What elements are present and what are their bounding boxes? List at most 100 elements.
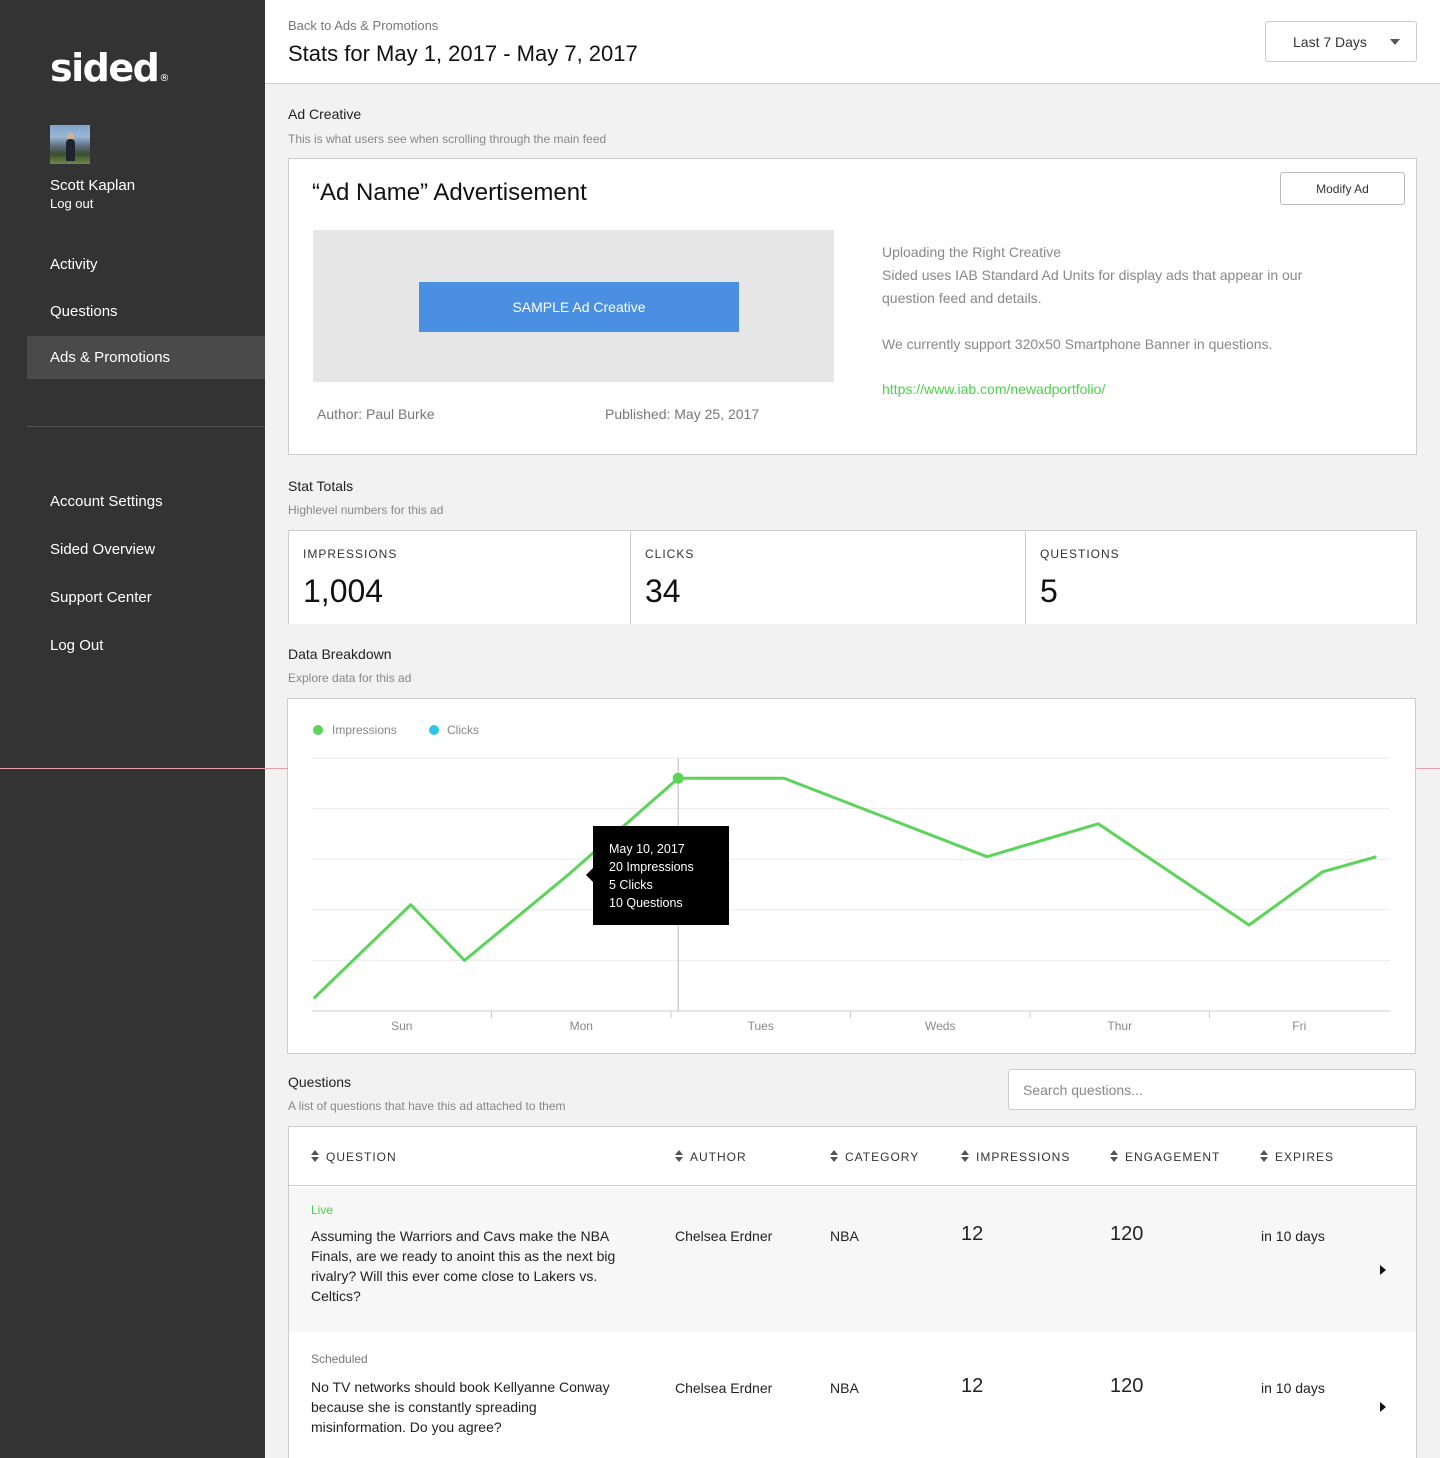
row-arrow-icon[interactable] — [1380, 1265, 1386, 1275]
series-line-impressions — [312, 776, 1377, 1000]
iab-link[interactable]: https://www.iab.com/newadportfolio/ — [882, 381, 1105, 397]
stat-label: IMPRESSIONS — [303, 547, 398, 561]
ad-title: “Ad Name” Advertisement — [312, 179, 587, 206]
engagement-cell: 120 — [1110, 1223, 1144, 1245]
stat-value: 1,004 — [303, 573, 384, 609]
guide-line — [1416, 768, 1440, 769]
question-text: Assuming the Warriors and Cavs make the … — [311, 1228, 616, 1304]
status-badge: Live — [311, 1203, 334, 1217]
engagement-cell: 120 — [1110, 1375, 1144, 1397]
data-breakdown-title: Data Breakdown — [288, 646, 392, 662]
ad-creative-subtitle: This is what users see when scrolling th… — [288, 132, 607, 146]
x-tick-label: Mon — [570, 1019, 593, 1033]
info-line-1: Sided uses IAB Standard Ad Units for dis… — [882, 267, 1303, 283]
x-tick-label: Tues — [748, 1019, 774, 1033]
registered-mark: ® — [159, 73, 170, 84]
sidebar-item-account-settings[interactable]: Account Settings — [27, 480, 265, 523]
sidebar-divider — [27, 426, 265, 427]
col-label: QUESTION — [326, 1150, 397, 1164]
info-line-3: We currently support 320x50 Smartphone B… — [882, 336, 1273, 352]
sort-icon — [311, 1150, 320, 1162]
col-impressions[interactable]: IMPRESSIONS — [961, 1150, 1070, 1164]
expires-cell: in 10 days — [1261, 1380, 1325, 1396]
sort-icon — [675, 1150, 684, 1162]
search-questions-input[interactable] — [1008, 1069, 1416, 1110]
status-badge: Scheduled — [311, 1352, 368, 1366]
sided-logo[interactable]: sided® — [50, 46, 169, 90]
back-link[interactable]: Back to Ads & Promotions — [288, 18, 438, 33]
sort-icon — [1260, 1150, 1269, 1162]
x-tick-label: Thur — [1107, 1019, 1132, 1033]
questions-table: QUESTION AUTHOR CATEGORY IMPRESSIONS ENG… — [288, 1126, 1417, 1458]
tooltip-date: May 10, 2017 — [609, 842, 685, 856]
stat-totals-card: IMPRESSIONS 1,004 CLICKS 34 QUESTIONS 5 — [288, 530, 1417, 624]
stat-label: QUESTIONS — [1040, 547, 1120, 561]
date-range-label: Last 7 Days — [1293, 34, 1367, 50]
sidebar: sided® Scott Kaplan Log out Activity Que… — [0, 0, 265, 1458]
col-label: IMPRESSIONS — [976, 1150, 1071, 1164]
sort-icon — [830, 1150, 839, 1162]
col-label: AUTHOR — [690, 1150, 747, 1164]
tooltip-clicks: 5 Clicks — [609, 878, 653, 892]
page-title: Stats for May 1, 2017 - May 7, 2017 — [288, 41, 638, 66]
col-label: ENGAGEMENT — [1125, 1150, 1221, 1164]
ad-published-date: Published: May 25, 2017 — [605, 406, 760, 422]
expires-cell: in 10 days — [1261, 1228, 1325, 1244]
caret-down-icon — [1390, 39, 1400, 45]
col-expires[interactable]: EXPIRES — [1260, 1150, 1334, 1164]
avatar[interactable] — [50, 125, 90, 164]
logo-text: sided — [50, 46, 160, 90]
tooltip-questions: 10 Questions — [609, 896, 683, 910]
author-cell: Chelsea Erdner — [675, 1228, 773, 1244]
sort-icon — [961, 1150, 970, 1162]
sample-ad-creative[interactable]: SAMPLE Ad Creative — [419, 282, 739, 332]
stat-label: CLICKS — [645, 547, 695, 561]
stat-value: 34 — [645, 573, 681, 609]
sort-icon — [1110, 1150, 1119, 1162]
table-row[interactable]: Live Assuming the Warriors and Cavs make… — [289, 1187, 1416, 1332]
sidebar-item-log-out[interactable]: Log Out — [27, 624, 265, 667]
modify-ad-button[interactable]: Modify Ad — [1280, 172, 1405, 205]
impressions-cell: 12 — [961, 1375, 984, 1397]
logout-link[interactable]: Log out — [50, 196, 93, 211]
row-arrow-icon[interactable] — [1380, 1402, 1386, 1412]
stat-clicks: CLICKS 34 — [631, 531, 1025, 624]
col-category[interactable]: CATEGORY — [830, 1150, 919, 1164]
info-line-2: question feed and details. — [882, 290, 1042, 306]
data-breakdown-subtitle: Explore data for this ad — [288, 671, 412, 685]
questions-title: Questions — [288, 1074, 352, 1090]
stat-questions: QUESTIONS 5 — [1026, 531, 1416, 624]
stat-value: 5 — [1040, 573, 1058, 609]
sidebar-item-sided-overview[interactable]: Sided Overview — [27, 528, 265, 571]
chart-tooltip: May 10, 2017 20 Impressions 5 Clicks 10 … — [586, 826, 729, 925]
category-cell: NBA — [830, 1380, 859, 1396]
col-question[interactable]: QUESTION — [311, 1150, 397, 1164]
user-name: Scott Kaplan — [50, 177, 136, 194]
info-heading: Uploading the Right Creative — [882, 244, 1061, 260]
col-engagement[interactable]: ENGAGEMENT — [1110, 1150, 1220, 1164]
guide-line — [0, 768, 288, 769]
questions-subtitle: A list of questions that have this ad at… — [288, 1099, 566, 1113]
stat-impressions: IMPRESSIONS 1,004 — [289, 531, 630, 624]
sidebar-item-ads-promotions[interactable]: Ads & Promotions — [27, 336, 265, 379]
col-label: EXPIRES — [1275, 1150, 1335, 1164]
ad-creative-title: Ad Creative — [288, 106, 362, 122]
ad-author: Author: Paul Burke — [317, 406, 435, 422]
x-tick-label: Fri — [1292, 1019, 1306, 1033]
col-label: CATEGORY — [845, 1150, 920, 1164]
table-row[interactable]: Scheduled No TV networks should book Kel… — [289, 1332, 1416, 1458]
sidebar-item-support-center[interactable]: Support Center — [27, 576, 265, 619]
impressions-cell: 12 — [961, 1223, 984, 1245]
line-chart[interactable]: Sun Mon Tues Weds Thur Fri — [288, 699, 1415, 1053]
stat-totals-title: Stat Totals — [288, 478, 354, 494]
page-header: Back to Ads & Promotions Stats for May 1… — [265, 0, 1440, 84]
avatar-figure — [66, 139, 75, 161]
sidebar-item-activity[interactable]: Activity — [27, 243, 265, 286]
category-cell: NBA — [830, 1228, 859, 1244]
date-range-select[interactable]: Last 7 Days — [1265, 21, 1417, 62]
x-tick-label: Weds — [925, 1019, 955, 1033]
author-cell: Chelsea Erdner — [675, 1380, 773, 1396]
col-author[interactable]: AUTHOR — [675, 1150, 747, 1164]
sidebar-item-questions[interactable]: Questions — [27, 290, 265, 333]
stat-totals-subtitle: Highlevel numbers for this ad — [288, 503, 444, 517]
